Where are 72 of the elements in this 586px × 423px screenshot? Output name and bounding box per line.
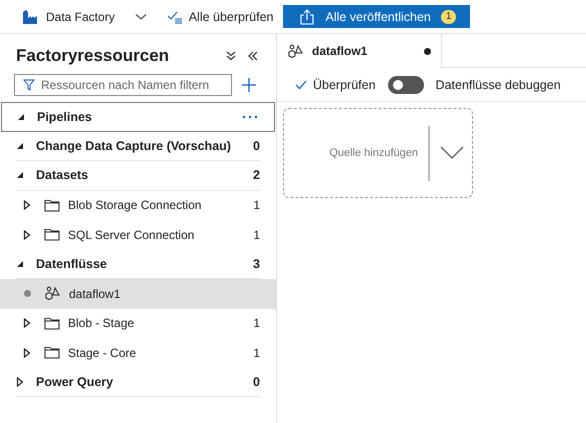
tree-category[interactable]: Pipelines (1, 102, 275, 132)
upload-icon (299, 8, 316, 24)
category-label: Power Query (36, 374, 114, 389)
collapse-all-button[interactable] (226, 51, 236, 61)
category-count: 2 (252, 168, 260, 182)
count-badge: 1 (440, 10, 456, 24)
collapse-panel-button[interactable] (248, 51, 258, 61)
tree-item[interactable]: SQL Server Connection 1 (0, 220, 276, 250)
category-count: 0 (252, 138, 260, 153)
tab-label: dataflow1 (312, 44, 368, 58)
item-label: dataflow1 (69, 286, 122, 301)
collapsed-triangle-icon[interactable] (23, 200, 31, 210)
item-label: Blob Storage Connection (68, 198, 202, 212)
folder-icon (44, 346, 60, 360)
plus-icon (242, 78, 256, 92)
toggle-label: Datenflüsse debuggen (436, 78, 561, 92)
debug-toggle[interactable] (388, 76, 424, 94)
tree-item[interactable]: Blob Storage Connection 1 (0, 190, 276, 220)
category-label: Datasets (36, 168, 90, 182)
more-icon (242, 114, 258, 119)
double-chevron-left-icon (248, 51, 258, 61)
category-count: 0 (252, 374, 260, 389)
tree-item[interactable]: dataflow1 (0, 279, 276, 308)
add-source-label: Quelle hinzufügen (329, 147, 418, 159)
collapsed-triangle-icon[interactable] (16, 376, 24, 387)
folder-icon (44, 198, 60, 212)
checkmark-icon (295, 80, 307, 90)
more-button[interactable] (242, 114, 258, 119)
collapsed-triangle-icon[interactable] (23, 348, 31, 358)
status-dot-icon (24, 290, 30, 298)
factory-selector[interactable]: Data Factory (22, 8, 147, 24)
item-label: Stage - Core (68, 346, 138, 360)
tree-item[interactable]: Blob - Stage 1 (0, 308, 276, 338)
dataflow-icon (44, 286, 61, 302)
dataflow-icon (287, 44, 304, 58)
collapsed-triangle-icon[interactable] (23, 230, 31, 240)
chevron-down-icon (440, 146, 464, 160)
category-count: 3 (252, 256, 260, 271)
tree-item[interactable]: Stage - Core 1 (0, 338, 276, 368)
factory-icon (22, 8, 38, 24)
item-count: 1 (252, 346, 260, 360)
tree-category[interactable]: Change Data Capture (Vorschau) 0 (16, 132, 260, 161)
filter-field[interactable]: Ressourcen nach Namen filtern (14, 74, 232, 96)
tree-category[interactable]: Datasets 2 (16, 161, 260, 190)
tree-category[interactable]: Power Query 0 (16, 368, 260, 397)
item-label: Blob - Stage (68, 316, 136, 330)
add-source-card[interactable]: Quelle hinzufügen (283, 108, 473, 198)
expanded-triangle-icon[interactable] (16, 142, 24, 150)
expanded-triangle-icon[interactable] (16, 260, 24, 268)
validate-all-button[interactable]: Alle überprüfen (166, 10, 274, 24)
item-count: 1 (252, 316, 260, 330)
validate-button[interactable]: Überprüfen (295, 78, 376, 92)
panel-title: Factoryressourcen (16, 46, 170, 66)
item-count: 1 (252, 198, 260, 212)
expanded-triangle-icon[interactable] (17, 112, 25, 121)
publish-all-button[interactable]: Alle veröffentlichen 1 (283, 5, 470, 28)
folder-icon (44, 316, 60, 330)
category-label: Datenflüsse (36, 256, 108, 271)
expanded-triangle-icon[interactable] (16, 171, 24, 180)
category-label: Change Data Capture (Vorschau) (36, 138, 232, 153)
item-label: SQL Server Connection (68, 228, 196, 242)
double-chevron-down-icon (226, 51, 236, 61)
chevron-down-icon (134, 12, 147, 20)
folder-icon (44, 228, 60, 242)
add-button[interactable] (242, 78, 256, 92)
factory-name: Data Factory (46, 10, 115, 24)
collapsed-triangle-icon[interactable] (23, 318, 31, 328)
editor-tab[interactable]: dataflow1 (277, 34, 442, 68)
item-count: 1 (252, 228, 260, 242)
filter-icon (23, 79, 35, 91)
category-label: Pipelines (37, 110, 93, 124)
checklist-icon (166, 10, 183, 24)
